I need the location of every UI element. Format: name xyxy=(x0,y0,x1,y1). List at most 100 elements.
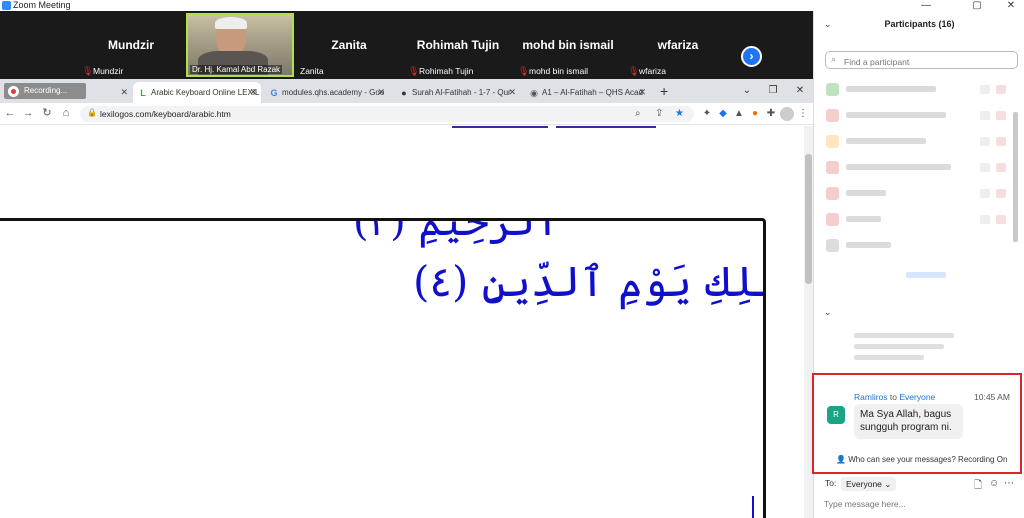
tab-close-icon[interactable]: ✕ xyxy=(377,82,385,103)
participant-row[interactable] xyxy=(826,237,1012,255)
participant-row[interactable] xyxy=(826,107,1012,125)
tile-name: Rohimah Tujin xyxy=(416,38,500,52)
avatar xyxy=(826,239,839,252)
participant-row[interactable] xyxy=(826,133,1012,151)
tab-close-icon[interactable]: ✕ xyxy=(508,82,516,103)
lexilogos-favicon-icon: L xyxy=(140,88,146,98)
extension-icon[interactable]: ✦ xyxy=(700,107,714,121)
avatar xyxy=(826,187,839,200)
more-icon[interactable]: ⋯ xyxy=(1004,478,1014,489)
avatar xyxy=(826,83,839,96)
browser-toolbar: ← → ↻ ⌂ 🔒 lexilogos.com/keyboard/arabic.… xyxy=(0,103,813,125)
address-bar[interactable]: 🔒 lexilogos.com/keyboard/arabic.htm ⌕ ⇪ … xyxy=(80,106,694,122)
video-tile-zanita[interactable]: Zanita Zanita xyxy=(296,11,402,79)
chrome-close-icon[interactable]: ✕ xyxy=(793,85,807,96)
chat-recipient[interactable]: Everyone xyxy=(899,392,935,402)
text-cursor xyxy=(752,496,754,518)
mic-muted-icon: 🎙 xyxy=(82,65,94,76)
tile-label-text: Rohimah Tujin xyxy=(419,66,474,76)
file-icon[interactable]: 🗋 xyxy=(974,478,982,495)
share-icon[interactable]: ⇪ xyxy=(655,107,663,121)
maximize-icon[interactable]: ▢ xyxy=(970,0,984,11)
video-off-icon xyxy=(996,163,1006,172)
tab-close-icon[interactable]: ✕ xyxy=(249,82,257,103)
zoom-lens-icon[interactable]: ⌕ xyxy=(635,107,641,121)
participant-row[interactable] xyxy=(826,81,1012,99)
tab-title: Arabic Keyboard Online LEXIL xyxy=(151,88,260,97)
lock-icon: 🔒 xyxy=(87,108,97,117)
tab-bar: Recording... ✕ L Arabic Keyboard Online … xyxy=(0,79,813,103)
tab-modules[interactable]: G modules.qhs.academy - Goo ✕ xyxy=(264,82,389,103)
speaker-cap xyxy=(215,17,247,29)
tab-qhs-academy[interactable]: ◉ A1 – Al-Fatihah – QHS Acad ✕ xyxy=(524,82,650,103)
tile-label-text: mohd bin ismail xyxy=(529,66,589,76)
tile-label: 🎙 Mundzir xyxy=(82,66,123,76)
keyboard-text-area[interactable]: (٣) ٱلرَّحِيمِ مَـٰلِكِ يَوْمِ ٱلدِّينِ … xyxy=(0,218,766,518)
participant-row[interactable] xyxy=(826,267,1012,285)
tile-label: 🎙 mohd bin ismail xyxy=(518,66,588,76)
puzzle-icon[interactable]: ✚ xyxy=(764,107,778,121)
video-tile-mohd[interactable]: mohd bin ismail 🎙 mohd bin ismail xyxy=(514,11,622,79)
participant-row[interactable] xyxy=(826,185,1012,203)
mic-icon xyxy=(980,137,990,146)
new-tab-plus-icon[interactable]: + xyxy=(660,83,668,99)
chat-recipient-select[interactable]: Everyone ⌄ xyxy=(841,477,897,491)
url-text[interactable]: lexilogos.com/keyboard/arabic.htm xyxy=(100,106,231,122)
mic-icon xyxy=(980,163,990,172)
tab-hidden[interactable]: ✕ xyxy=(86,82,132,103)
tab-close-icon[interactable]: ✕ xyxy=(638,82,646,103)
chrome-restore-icon[interactable]: ❐ xyxy=(766,85,780,96)
bookmark-star-icon[interactable]: ★ xyxy=(675,107,684,121)
participant-search[interactable]: ⌕ xyxy=(825,51,1018,70)
participant-name-blurred xyxy=(846,86,936,92)
participant-scrollbar[interactable] xyxy=(1013,112,1018,242)
home-icon[interactable]: ⌂ xyxy=(59,106,73,121)
tile-name: Mundzir xyxy=(108,38,154,52)
chat-message-input[interactable] xyxy=(824,495,1014,513)
chat-message-header: Ramliros to Everyone xyxy=(854,392,935,402)
tab-close-icon[interactable]: ✕ xyxy=(120,82,128,103)
extension-icon[interactable]: ▲ xyxy=(732,107,746,121)
globe-favicon-icon: ◉ xyxy=(530,88,538,98)
video-tile-rohimah[interactable]: Rohimah Tujin 🎙 Rohimah Tujin xyxy=(404,11,512,79)
video-strip: Mundzir 🎙 Mundzir Dr. Hj. Kamal Abd Razak… xyxy=(0,11,813,79)
chat-visibility-notice[interactable]: 👤 Who can see your messages? Recording O… xyxy=(836,455,1007,464)
participant-name-blurred xyxy=(846,112,946,118)
minimize-icon[interactable]: — xyxy=(919,0,933,11)
chat-collapse-chevron-icon[interactable]: ⌄ xyxy=(824,307,832,318)
video-tile-mundzir[interactable]: Mundzir 🎙 Mundzir xyxy=(78,11,184,79)
kebab-menu-icon[interactable]: ⋮ xyxy=(796,107,810,121)
reload-icon[interactable]: ↻ xyxy=(40,106,54,121)
tile-label-text: Dr. Hj. Kamal Abd Razak xyxy=(190,65,283,74)
emoji-icon[interactable]: ☺ xyxy=(989,478,999,489)
participant-search-input[interactable] xyxy=(844,54,1014,70)
participant-name-blurred xyxy=(846,242,891,248)
participant-row[interactable] xyxy=(826,211,1012,229)
tile-label: 🎙 wfariza xyxy=(628,66,666,76)
back-arrow-icon[interactable]: ← xyxy=(3,106,17,121)
chat-sender[interactable]: Ramliros xyxy=(854,392,888,402)
close-icon[interactable]: ✕ xyxy=(1004,0,1018,11)
page-content: (٣) ٱلرَّحِيمِ مَـٰلِكِ يَوْمِ ٱلدِّينِ … xyxy=(0,126,813,518)
tab-surah[interactable]: ● Surah Al-Fatihah - 1-7 - Qur ✕ xyxy=(394,82,520,103)
profile-avatar[interactable] xyxy=(780,107,794,121)
participants-title: Participants (16) xyxy=(884,19,955,29)
participant-row[interactable] xyxy=(826,159,1012,177)
video-tile-kamal[interactable]: Dr. Hj. Kamal Abd Razak xyxy=(186,13,294,77)
scrollbar-thumb[interactable] xyxy=(805,154,812,284)
video-tile-wfariza[interactable]: wfariza 🎙 wfariza xyxy=(624,11,732,79)
video-off-icon xyxy=(996,215,1006,224)
extension-icon[interactable]: ◆ xyxy=(716,107,730,121)
participant-name-blurred xyxy=(846,190,886,196)
participant-name-blurred xyxy=(846,138,926,144)
extension-icon[interactable]: ● xyxy=(748,107,762,121)
tab-arabic-keyboard[interactable]: L Arabic Keyboard Online LEXIL ✕ xyxy=(133,82,261,103)
video-off-icon xyxy=(996,137,1006,146)
arabic-verse-text: مَـٰلِكِ يَوْمِ ٱلدِّينِ (٤) xyxy=(413,257,763,306)
chrome-dropdown-icon[interactable]: ⌄ xyxy=(740,85,754,96)
next-page-arrow-icon[interactable]: › xyxy=(741,46,762,67)
forward-arrow-icon[interactable]: → xyxy=(21,106,35,121)
recording-indicator[interactable]: Recording... xyxy=(4,83,86,99)
tile-label-text: wfariza xyxy=(639,66,666,76)
mic-icon xyxy=(980,189,990,198)
